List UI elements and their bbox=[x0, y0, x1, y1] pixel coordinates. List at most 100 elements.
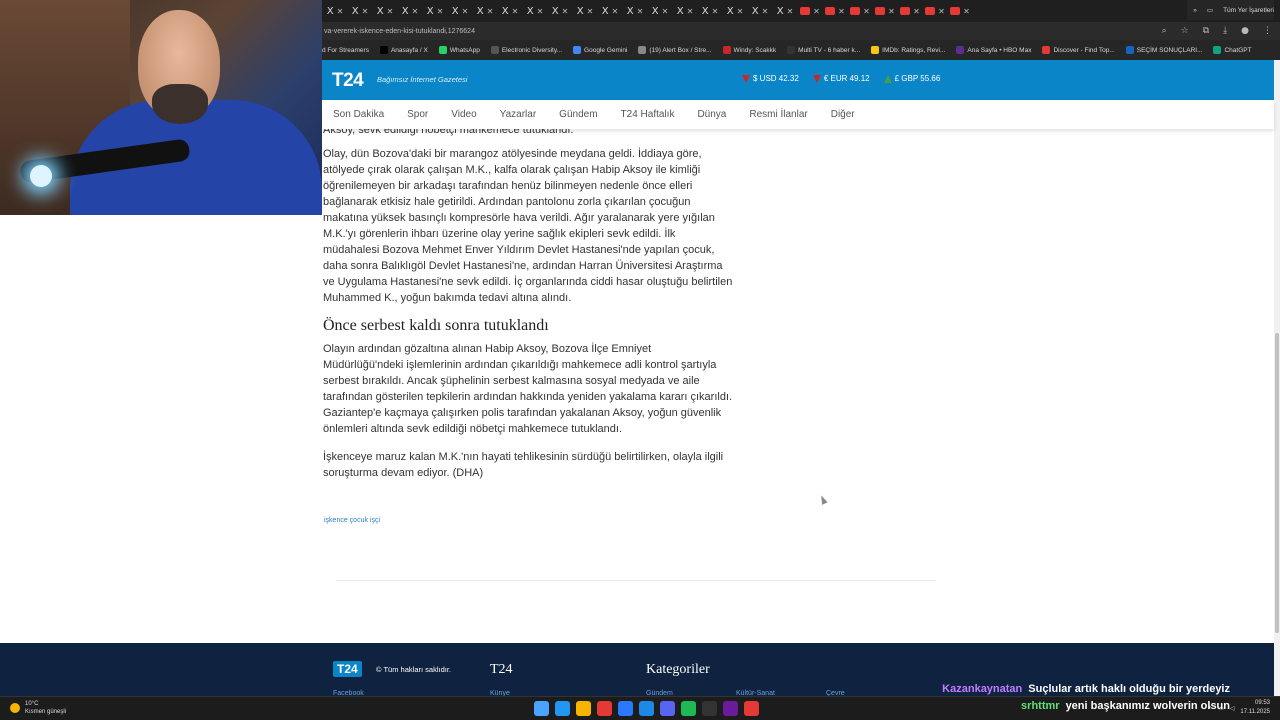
taskbar-app-icon[interactable] bbox=[702, 701, 717, 716]
downloads-icon[interactable]: ⤓ bbox=[1223, 26, 1227, 36]
close-tab-icon[interactable]: ✕ bbox=[337, 7, 344, 16]
scrollbar-thumb[interactable] bbox=[1275, 333, 1279, 633]
close-tab-icon[interactable]: ✕ bbox=[362, 7, 369, 16]
close-tab-icon[interactable]: ✕ bbox=[712, 7, 719, 16]
browser-tab[interactable]: X ✕ bbox=[498, 2, 522, 20]
browser-tab[interactable]: X ✕ bbox=[598, 2, 622, 20]
close-tab-icon[interactable]: ✕ bbox=[762, 7, 769, 16]
taskbar-app-icon[interactable] bbox=[723, 701, 738, 716]
bookmark-item[interactable]: Discover - Find Top... bbox=[1042, 46, 1115, 54]
nav-item[interactable]: Diğer bbox=[831, 109, 855, 120]
nav-item[interactable]: Gündem bbox=[559, 109, 597, 120]
menu-icon[interactable]: ⋮ bbox=[1263, 26, 1272, 36]
browser-tab[interactable]: X ✕ bbox=[698, 2, 722, 20]
zoom-icon[interactable]: ⌕ bbox=[1162, 26, 1167, 36]
bookmark-item[interactable]: Google Gemini bbox=[573, 46, 627, 54]
bookmark-item[interactable]: Electronic Diversity... bbox=[490, 46, 562, 54]
browser-tab[interactable]: X ✕ bbox=[398, 2, 422, 20]
bookmark-item[interactable]: (19) Alert Box / Stre... bbox=[638, 46, 712, 54]
bookmark-item[interactable]: IMDb: Ratings, Revi... bbox=[871, 46, 945, 54]
all-bookmarks-button[interactable]: Tüm Yer İşaretleri bbox=[1223, 7, 1274, 14]
browser-tab[interactable]: ✕ bbox=[848, 2, 872, 20]
close-tab-icon[interactable]: ✕ bbox=[787, 7, 794, 16]
close-tab-icon[interactable]: ✕ bbox=[462, 7, 469, 16]
browser-tab[interactable]: ✕ bbox=[948, 2, 972, 20]
close-tab-icon[interactable]: ✕ bbox=[487, 7, 494, 16]
browser-tab[interactable]: X ✕ bbox=[573, 2, 597, 20]
volume-icon[interactable]: ◁ bbox=[1230, 705, 1235, 712]
nav-item[interactable]: Son Dakika bbox=[333, 109, 384, 120]
profile-icon[interactable]: ● bbox=[1241, 26, 1249, 36]
browser-tab[interactable]: X ✕ bbox=[473, 2, 497, 20]
browser-tab[interactable]: X ✕ bbox=[448, 2, 472, 20]
close-tab-icon[interactable]: ✕ bbox=[612, 7, 619, 16]
bookmark-star-icon[interactable]: ☆ bbox=[1181, 26, 1189, 36]
taskbar-app-icon[interactable] bbox=[597, 701, 612, 716]
browser-tab[interactable]: X ✕ bbox=[648, 2, 672, 20]
url-text[interactable]: va-vererek-iskence-eden-kisi-tutuklandi,… bbox=[324, 28, 475, 35]
close-tab-icon[interactable]: ✕ bbox=[913, 7, 920, 16]
site-logo[interactable]: T24 bbox=[332, 70, 364, 92]
taskbar-app-icon[interactable] bbox=[534, 701, 549, 716]
browser-tab[interactable]: ✕ bbox=[823, 2, 847, 20]
browser-tab[interactable]: X ✕ bbox=[723, 2, 747, 20]
bookmark-item[interactable]: SEÇİM SONUÇLARI... bbox=[1125, 46, 1202, 54]
footer-logo[interactable]: T24 bbox=[333, 661, 362, 677]
taskbar-app-icon[interactable] bbox=[555, 701, 570, 716]
bookmark-item[interactable]: Multi TV - 6 haber k... bbox=[787, 46, 860, 54]
close-tab-icon[interactable]: ✕ bbox=[963, 7, 970, 16]
browser-tab[interactable]: X ✕ bbox=[323, 2, 347, 20]
browser-tab[interactable]: X ✕ bbox=[348, 2, 372, 20]
close-tab-icon[interactable]: ✕ bbox=[412, 7, 419, 16]
close-tab-icon[interactable]: ✕ bbox=[562, 7, 569, 16]
close-tab-icon[interactable]: ✕ bbox=[863, 7, 870, 16]
bookmark-item[interactable]: d For Streamers bbox=[322, 47, 369, 54]
nav-item[interactable]: Yazarlar bbox=[500, 109, 537, 120]
browser-tab[interactable]: X ✕ bbox=[523, 2, 547, 20]
bookmark-item[interactable]: Anasayfa / X bbox=[379, 46, 428, 54]
bookmark-item[interactable]: Ana Sayfa • HBO Max bbox=[956, 46, 1031, 54]
nav-item[interactable]: Resmi İlanlar bbox=[749, 109, 807, 120]
nav-item[interactable]: Spor bbox=[407, 109, 428, 120]
close-tab-icon[interactable]: ✕ bbox=[888, 7, 895, 16]
close-tab-icon[interactable]: ✕ bbox=[537, 7, 544, 16]
nav-item[interactable]: Video bbox=[451, 109, 476, 120]
bookmark-item[interactable]: WhatsApp bbox=[438, 46, 480, 54]
close-tab-icon[interactable]: ✕ bbox=[637, 7, 644, 16]
nav-item[interactable]: T24 Haftalık bbox=[621, 109, 675, 120]
browser-tab[interactable]: ✕ bbox=[923, 2, 947, 20]
browser-tab[interactable]: X ✕ bbox=[623, 2, 647, 20]
close-tab-icon[interactable]: ✕ bbox=[687, 7, 694, 16]
bookmark-item[interactable]: ChatGPT bbox=[1213, 46, 1252, 54]
browser-tab[interactable]: ✕ bbox=[898, 2, 922, 20]
taskbar-app-icon[interactable] bbox=[618, 701, 633, 716]
taskbar-app-icon[interactable] bbox=[660, 701, 675, 716]
bookmarks-more-button[interactable]: » bbox=[1193, 7, 1197, 14]
browser-tab[interactable]: X ✕ bbox=[373, 2, 397, 20]
close-tab-icon[interactable]: ✕ bbox=[437, 7, 444, 16]
nav-item[interactable]: Dünya bbox=[697, 109, 726, 120]
taskbar-app-icon[interactable] bbox=[639, 701, 654, 716]
browser-tab[interactable]: X ✕ bbox=[548, 2, 572, 20]
close-tab-icon[interactable]: ✕ bbox=[838, 7, 845, 16]
browser-tab[interactable]: X ✕ bbox=[773, 2, 797, 20]
taskbar-app-icon[interactable] bbox=[576, 701, 591, 716]
close-tab-icon[interactable]: ✕ bbox=[512, 7, 519, 16]
taskbar-app-icon[interactable] bbox=[744, 701, 759, 716]
browser-tab[interactable]: ✕ bbox=[873, 2, 897, 20]
close-tab-icon[interactable]: ✕ bbox=[387, 7, 394, 16]
close-tab-icon[interactable]: ✕ bbox=[662, 7, 669, 16]
close-tab-icon[interactable]: ✕ bbox=[587, 7, 594, 16]
bookmark-item[interactable]: Windy: Scakkk bbox=[722, 46, 776, 54]
clock[interactable]: 09:53 17.11.2025 bbox=[1240, 699, 1270, 717]
browser-tab[interactable]: X ✕ bbox=[748, 2, 772, 20]
close-tab-icon[interactable]: ✕ bbox=[938, 7, 945, 16]
article-tags[interactable]: işkence çocuk işçi bbox=[324, 517, 380, 524]
close-tab-icon[interactable]: ✕ bbox=[737, 7, 744, 16]
browser-tab[interactable]: X ✕ bbox=[423, 2, 447, 20]
close-tab-icon[interactable]: ✕ bbox=[813, 7, 820, 16]
extensions-icon[interactable]: ⧉ bbox=[1203, 26, 1209, 36]
browser-tab[interactable]: ✕ bbox=[798, 2, 822, 20]
weather-widget[interactable]: 10°C Kısmen güneşli bbox=[10, 700, 66, 716]
browser-tab[interactable]: X ✕ bbox=[673, 2, 697, 20]
